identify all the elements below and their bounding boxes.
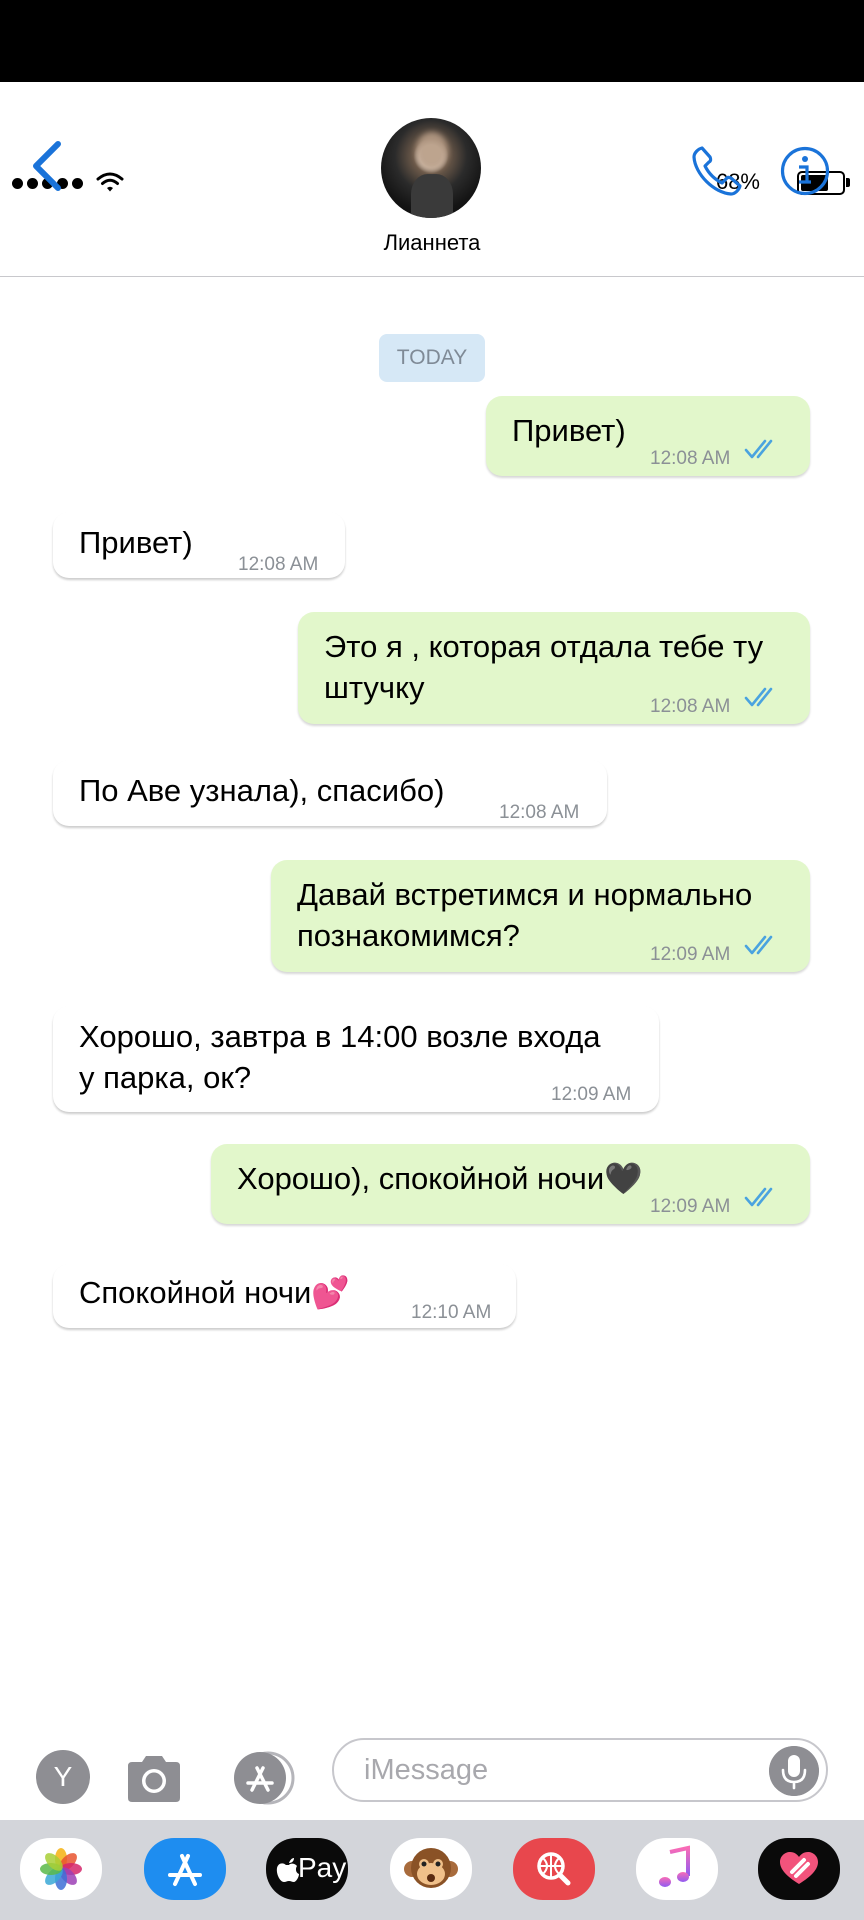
- message-bubble-incoming[interactable]: Спокойной ночи💕 12:10 AM: [53, 1264, 516, 1328]
- photos-app-icon[interactable]: [20, 1838, 102, 1900]
- read-receipt-icon: [744, 935, 773, 955]
- phone-icon[interactable]: [690, 144, 744, 198]
- conversation-header: Лианнета: [0, 118, 864, 277]
- message-line: Это я , которая отдала тебе ту: [324, 629, 764, 664]
- message-bubble-incoming[interactable]: Привет) 12:08 AM: [53, 512, 345, 578]
- message-time: 12:09 AM: [650, 944, 731, 965]
- chevron-left-icon[interactable]: [26, 138, 72, 194]
- message-bubble-incoming[interactable]: Хорошо, завтра в 14:00 возле входа у пар…: [53, 1006, 659, 1112]
- music-app-icon[interactable]: [636, 1838, 718, 1900]
- message-bubble-outgoing[interactable]: Это я , которая отдала тебе ту штучку 12…: [298, 612, 810, 724]
- message-line: Хорошо, завтра в 14:00 возле входа: [79, 1019, 601, 1054]
- apple-pay-app-icon[interactable]: Pay: [266, 1838, 348, 1900]
- message-line: Давай встретимся и нормально: [297, 877, 753, 912]
- message-text: Привет): [512, 413, 626, 448]
- message-input-bar: Y: [0, 1736, 864, 1820]
- message-text: Хорошо), спокойной ночи🖤: [237, 1161, 643, 1196]
- message-time: 12:08 AM: [238, 554, 319, 575]
- contact-name[interactable]: Лианнета: [0, 230, 864, 256]
- top-black-bar: [0, 0, 864, 82]
- message-time: 12:08 AM: [499, 802, 580, 823]
- message-time: 12:08 AM: [650, 696, 731, 717]
- message-time: 12:09 AM: [551, 1084, 632, 1105]
- date-badge: TODAY: [379, 334, 485, 382]
- camera-icon[interactable]: [124, 1750, 184, 1806]
- message-bubble-outgoing[interactable]: Привет) 12:08 AM: [486, 396, 810, 476]
- app-tray: Pay: [0, 1820, 864, 1920]
- message-bubble-outgoing[interactable]: Хорошо), спокойной ночи🖤 12:09 AM: [211, 1144, 810, 1224]
- digital-touch-app-icon[interactable]: [758, 1838, 840, 1900]
- message-time: 12:08 AM: [650, 448, 731, 469]
- app-store-app-icon[interactable]: [144, 1838, 226, 1900]
- web-search-app-icon[interactable]: [513, 1838, 595, 1900]
- message-bubble-incoming[interactable]: По Аве узнала), спасибо) 12:08 AM: [53, 760, 607, 826]
- app-store-icon[interactable]: [226, 1750, 298, 1806]
- message-text: По Аве узнала), спасибо): [79, 773, 445, 808]
- message-time: 12:10 AM: [411, 1302, 492, 1323]
- contact-avatar[interactable]: [381, 118, 481, 218]
- y-button[interactable]: Y: [36, 1750, 90, 1804]
- message-line: у парка, ок?: [79, 1060, 252, 1095]
- message-text: Спокойной ночи💕: [79, 1275, 350, 1310]
- animoji-app-icon[interactable]: [390, 1838, 472, 1900]
- info-icon[interactable]: [780, 146, 830, 196]
- apple-pay-label: Pay: [298, 1852, 347, 1883]
- read-receipt-icon: [744, 687, 773, 707]
- message-text: Привет): [79, 525, 193, 560]
- message-bubble-outgoing[interactable]: Давай встретимся и нормально познакомимс…: [271, 860, 810, 972]
- read-receipt-icon: [744, 1187, 773, 1207]
- status-bar: 9:50 AM 68%: [0, 82, 864, 195]
- imessage-input[interactable]: [332, 1738, 828, 1802]
- message-time: 12:09 AM: [650, 1196, 731, 1217]
- read-receipt-icon: [744, 439, 773, 459]
- message-text: Хорошо, завтра в 14:00 возле входа у пар…: [79, 1016, 601, 1098]
- microphone-icon[interactable]: [769, 1746, 819, 1796]
